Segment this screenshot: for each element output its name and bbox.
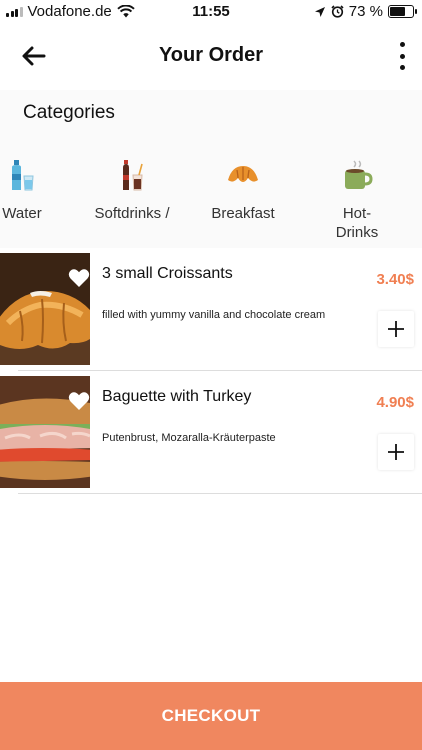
category-label: Breakfast bbox=[211, 205, 275, 222]
categories-section: Categories Water Softdrinks / Breakfast bbox=[0, 90, 422, 248]
heart-icon[interactable] bbox=[68, 391, 90, 411]
page-title: Your Order bbox=[158, 44, 264, 66]
alarm-icon bbox=[331, 5, 344, 18]
categories-title: Categories bbox=[23, 102, 115, 123]
heart-icon[interactable] bbox=[68, 268, 90, 288]
product-name: 3 small Croissants bbox=[102, 265, 233, 282]
divider bbox=[18, 370, 422, 371]
water-bottle-icon bbox=[12, 160, 34, 191]
location-icon bbox=[314, 6, 325, 17]
plus-icon bbox=[388, 321, 404, 337]
add-to-order-button[interactable] bbox=[378, 434, 414, 470]
list-item[interactable]: 3 small Croissants filled with yummy van… bbox=[0, 253, 422, 371]
category-water[interactable]: Water bbox=[0, 158, 72, 223]
app-header: Your Order bbox=[0, 24, 422, 88]
plus-icon bbox=[388, 444, 404, 460]
product-price: 3.40$ bbox=[376, 271, 414, 288]
coffee-cup-icon bbox=[345, 160, 373, 189]
more-vertical-icon[interactable] bbox=[396, 42, 408, 70]
product-description: filled with yummy vanilla and chocolate … bbox=[102, 309, 326, 321]
category-label: Water bbox=[2, 205, 42, 222]
checkout-button[interactable]: CHECKOUT bbox=[0, 682, 422, 750]
status-bar: Vodafone.de 11:55 73 % bbox=[0, 0, 422, 24]
battery-icon bbox=[388, 5, 417, 18]
status-right: 73 % bbox=[314, 3, 417, 20]
category-breakfast[interactable]: Breakfast bbox=[193, 158, 293, 223]
category-label: Softdrinks / bbox=[94, 205, 170, 222]
soda-bottle-icon bbox=[123, 160, 143, 191]
category-hot-drinks[interactable]: Hot-Drinks bbox=[307, 158, 407, 242]
category-label: Hot-Drinks bbox=[335, 205, 379, 241]
croissant-icon bbox=[228, 166, 258, 182]
divider bbox=[18, 493, 422, 494]
category-softdrinks[interactable]: Softdrinks / bbox=[82, 158, 182, 223]
add-to-order-button[interactable] bbox=[378, 311, 414, 347]
battery-fill bbox=[390, 7, 405, 16]
product-name: Baguette with Turkey bbox=[102, 388, 252, 405]
list-item[interactable]: Baguette with Turkey Putenbrust, Mozaral… bbox=[0, 376, 422, 494]
battery-percent: 73 % bbox=[348, 3, 383, 20]
product-price: 4.90$ bbox=[376, 394, 414, 411]
product-description: Putenbrust, Mozaralla-Kräuterpaste bbox=[102, 432, 276, 444]
